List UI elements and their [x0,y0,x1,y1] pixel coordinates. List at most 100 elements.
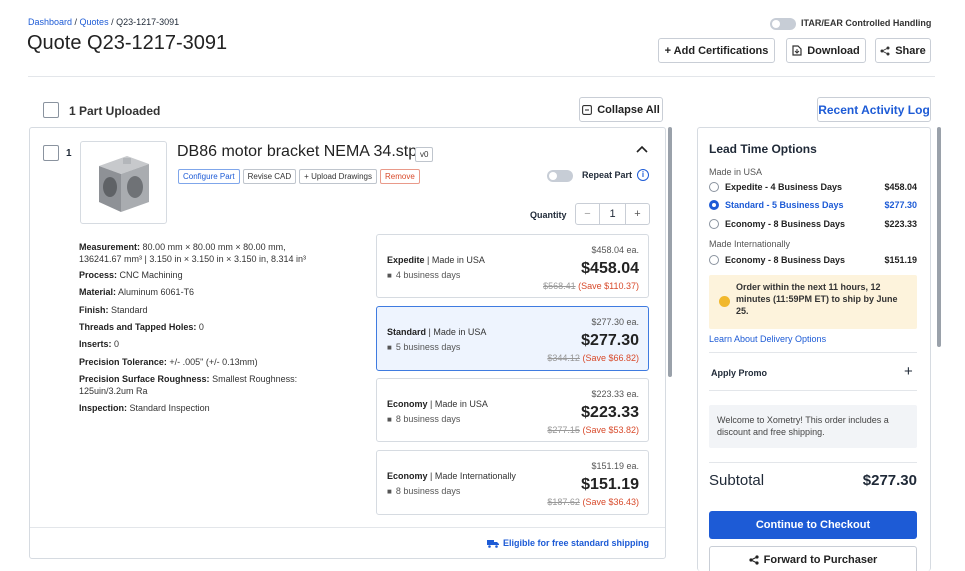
spec-measurement: Measurement: 80.00 mm × 80.00 mm × 80.00… [79,242,286,252]
page-title: Quote Q23-1217-3091 [27,32,228,54]
part-checkbox[interactable] [43,145,59,161]
option-economy-usa[interactable]: Economy | Made in USA ■ 8 business days $… [376,378,649,442]
header-divider [28,76,935,77]
collapse-icon [582,104,593,115]
share-label: Share [895,44,926,57]
lt-expedite-label: Expedite - 4 Business Days [725,182,843,192]
info-icon[interactable]: i [637,169,649,181]
truck-icon [486,539,499,548]
radio-economy-international[interactable] [709,255,719,265]
part-actions: Configure Part Revise CAD + Upload Drawi… [178,169,420,184]
lt-economy-usa-label: Economy - 8 Business Days [725,219,846,229]
card-footer-divider [30,527,665,528]
breadcrumb: Dashboard / Quotes / Q23-1217-3091 [28,17,179,27]
ship-by-text: Order within the next 11 hours, 12 minut… [736,282,898,316]
sidebar-divider [709,390,917,391]
itar-label: ITAR/EAR Controlled Handling [801,18,932,28]
upload-drawings-button[interactable]: + Upload Drawings [299,169,377,184]
spec-roughness: Precision Surface Roughness: Smallest Ro… [79,374,298,384]
spec-tolerance: Precision Tolerance: +/- .005" (+/- 0.13… [79,357,258,367]
remove-button[interactable]: Remove [379,169,420,184]
share-icon [749,555,759,565]
breadcrumb-separator: / [72,17,80,27]
lead-time-title: Lead Time Options [709,142,817,156]
option-savings: $277.15 (Save $53.82) [547,425,639,435]
lt-standard-label: Standard - 5 Business Days [725,200,844,210]
spec-inspection: Inspection: Standard Inspection [79,403,210,413]
share-icon [880,46,890,55]
summary-scrollbar[interactable] [937,127,941,347]
option-days: ■ 4 business days [387,270,461,280]
radio-standard[interactable] [709,200,719,210]
subtotal-value: $277.30 [862,472,917,489]
option-savings: $344.12 (Save $66.82) [547,353,639,363]
part-thumbnail[interactable] [80,141,167,224]
add-certifications-button[interactable]: + Add Certifications [658,38,775,63]
download-icon [792,45,802,56]
option-price: $151.19 [581,476,639,493]
recent-activity-label: Recent Activity Log [818,102,930,117]
scrollbar[interactable] [668,127,672,377]
select-all-checkbox[interactable] [43,102,59,118]
breadcrumb-dashboard[interactable]: Dashboard [28,17,72,27]
itar-toggle[interactable] [770,18,796,30]
subtotal-label: Subtotal [709,472,765,489]
configure-part-button[interactable]: Configure Part [178,169,240,184]
checkout-label: Continue to Checkout [755,519,871,531]
collapse-part-chevron-icon[interactable] [636,144,648,156]
option-unit-price: $223.33 ea. [591,389,639,399]
download-label: Download [807,44,860,57]
option-standard-usa[interactable]: Standard | Made in USA ■ 5 business days … [376,306,649,371]
apply-promo-plus-icon[interactable]: + [904,363,913,380]
option-name: Economy | Made Internationally [387,471,516,481]
forward-to-purchaser-button[interactable]: Forward to Purchaser [709,546,917,571]
option-expedite-usa[interactable]: Expedite | Made in USA ■ 4 business days … [376,234,649,298]
truck-icon: ■ [387,414,392,424]
continue-to-checkout-button[interactable]: Continue to Checkout [709,511,917,539]
radio-expedite[interactable] [709,182,719,192]
free-shipping-link[interactable]: Eligible for free standard shipping [486,538,649,548]
truck-icon: ■ [387,270,392,280]
lt-standard-price: $277.30 [884,200,917,210]
quantity-decrement-button[interactable]: − [576,204,600,224]
download-button[interactable]: Download [786,38,866,63]
spec-measurement-cont: 136241.67 mm³ | 3.150 in × 3.150 in × 3.… [79,254,306,264]
lt-economy-intl-label: Economy - 8 Business Days [725,255,846,265]
spec-inserts: Inserts: 0 [79,339,120,349]
recent-activity-log-button[interactable]: Recent Activity Log [817,97,931,122]
option-unit-price: $277.30 ea. [591,317,639,327]
apply-promo-label[interactable]: Apply Promo [711,368,767,378]
spec-roughness-cont: 125uin/3.2um Ra [79,386,148,396]
option-price: $277.30 [581,332,639,349]
option-economy-international[interactable]: Economy | Made Internationally ■ 8 busine… [376,450,649,515]
spec-threads: Threads and Tapped Holes: 0 [79,322,204,332]
collapse-all-button[interactable]: Collapse All [579,97,663,122]
breadcrumb-current: Q23-1217-3091 [116,17,180,27]
repeat-part-label: Repeat Part [582,170,633,180]
spec-process: Process: CNC Machining [79,270,183,280]
option-unit-price: $151.19 ea. [591,461,639,471]
breadcrumb-quotes[interactable]: Quotes [80,17,109,27]
truck-icon: ■ [387,342,392,352]
delivery-options-link[interactable]: Learn About Delivery Options [709,334,826,344]
breadcrumb-separator: / [108,17,117,27]
share-button[interactable]: Share [875,38,931,63]
parts-count-label: 1 Part Uploaded [69,104,161,118]
made-internationally-label: Made Internationally [709,239,791,249]
quantity-input[interactable]: 1 [600,204,625,224]
radio-economy-usa[interactable] [709,219,719,229]
spec-material: Material: Aluminum 6061-T6 [79,287,195,297]
collapse-all-label: Collapse All [597,103,660,116]
version-badge: v0 [415,147,434,162]
revise-cad-button[interactable]: Revise CAD [242,169,297,184]
option-name: Standard | Made in USA [387,327,487,337]
part-index: 1 [66,148,72,159]
welcome-text: Welcome to Xometry! This order includes … [717,415,889,437]
made-in-usa-label: Made in USA [709,167,763,177]
option-savings: $187.62 (Save $36.43) [547,497,639,507]
lt-economy-intl-price: $151.19 [884,255,917,265]
bracket-3d-image [99,156,149,212]
quantity-increment-button[interactable]: + [625,204,649,224]
repeat-part-toggle[interactable] [547,170,573,182]
option-name: Economy | Made in USA [387,399,488,409]
